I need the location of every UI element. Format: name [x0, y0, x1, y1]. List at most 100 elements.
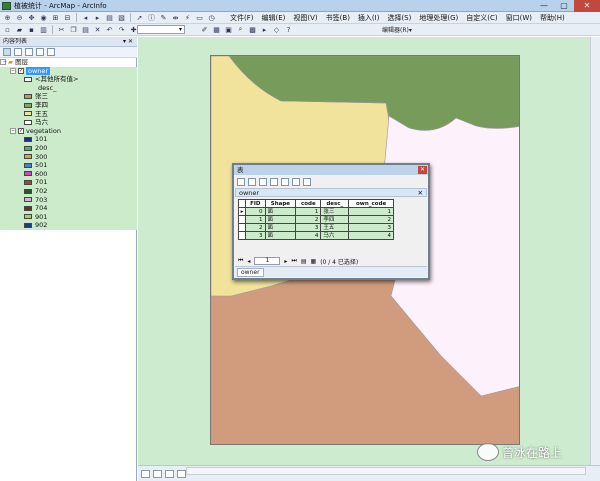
table-cell[interactable]: 3: [348, 223, 394, 232]
maximize-button[interactable]: ▢: [554, 0, 574, 12]
table-row[interactable]: 3 面 4 马六 4: [238, 231, 394, 240]
row-selector[interactable]: ▸: [238, 207, 246, 216]
last-record-icon[interactable]: ⏭: [291, 257, 296, 265]
copy-icon[interactable]: ❐: [69, 25, 78, 34]
close-tab-icon[interactable]: ✕: [418, 189, 423, 197]
list-by-selection-icon[interactable]: [36, 48, 44, 56]
show-selected-records-icon[interactable]: ▦: [311, 258, 317, 265]
select-by-attributes-icon[interactable]: [259, 177, 267, 186]
fixed-zoom-out-icon[interactable]: ⊟: [63, 13, 72, 22]
close-window-button[interactable]: ✕: [574, 0, 600, 12]
row-selector[interactable]: [238, 223, 246, 232]
toc-legend-item[interactable]: 200: [0, 144, 137, 153]
column-header[interactable]: code: [295, 199, 322, 208]
table-cell[interactable]: 1: [295, 207, 322, 216]
pause-drawing-icon[interactable]: [177, 469, 186, 478]
row-selector[interactable]: [238, 215, 246, 224]
modelbuilder-icon[interactable]: ◇: [272, 25, 281, 34]
map-scale-input[interactable]: ▾: [137, 25, 185, 34]
refresh-icon[interactable]: [165, 469, 174, 478]
table-options-icon[interactable]: [237, 177, 245, 186]
table-cell[interactable]: 面: [264, 223, 297, 232]
forward-icon[interactable]: ▸: [93, 13, 102, 22]
column-header[interactable]: desc_: [320, 199, 350, 208]
toc-legend-item[interactable]: 张三: [0, 92, 137, 101]
toc-legend-item[interactable]: desc_: [0, 83, 137, 93]
editor-menu[interactable]: 编辑器(R)▾: [382, 25, 412, 37]
time-slider-icon[interactable]: ◷: [207, 13, 216, 22]
switch-selection-icon[interactable]: [270, 177, 278, 186]
toc-icon[interactable]: ▦: [212, 25, 221, 34]
minimize-button[interactable]: —: [534, 0, 554, 12]
table-cell[interactable]: 3: [295, 223, 322, 232]
table-cell[interactable]: 王五: [320, 223, 350, 232]
identify-icon[interactable]: ⓘ: [147, 13, 156, 22]
toc-legend-item[interactable]: <其他所有值>: [0, 75, 137, 84]
toc-legend-item[interactable]: 902: [0, 221, 137, 230]
column-header[interactable]: own_code: [348, 199, 394, 208]
previous-record-icon[interactable]: ◂: [247, 258, 250, 265]
clear-selection-icon[interactable]: [281, 177, 289, 186]
find-icon[interactable]: ✎: [159, 13, 168, 22]
python-icon[interactable]: ▸: [260, 25, 269, 34]
layout-view-icon[interactable]: [141, 469, 150, 478]
zoom-out-icon[interactable]: ⊖: [15, 13, 24, 22]
table-close-button[interactable]: ✕: [418, 166, 427, 174]
table-row[interactable]: 1 面 2 李四 2: [238, 215, 394, 224]
toc-legend-item[interactable]: 600: [0, 169, 137, 179]
table-cell[interactable]: 面: [264, 215, 297, 224]
attribute-table-window[interactable]: 表 ✕ owner ✕ FID Shape code desc_ own_code ▸ 0…: [232, 163, 430, 280]
table-cell[interactable]: 马六: [320, 231, 350, 240]
zoom-in-icon[interactable]: ⊕: [3, 13, 12, 22]
menu-item[interactable]: 自定义(C): [464, 12, 499, 24]
toc-legend-item[interactable]: 王五: [0, 109, 137, 119]
back-icon[interactable]: ◂: [81, 13, 90, 22]
layer-visibility-checkbox[interactable]: ✓: [18, 127, 24, 134]
menu-item[interactable]: 编辑(E): [260, 12, 288, 24]
toc-pin-close[interactable]: ▾ ✕: [123, 37, 133, 47]
menu-item[interactable]: 选择(S): [385, 12, 413, 24]
measure-icon[interactable]: ⇹: [171, 13, 180, 22]
arctoolbox-icon[interactable]: ▩: [248, 25, 257, 34]
select-features-icon[interactable]: ▤: [105, 13, 114, 22]
row-selector[interactable]: [238, 231, 246, 240]
data-view-icon[interactable]: [153, 469, 162, 478]
redo-icon[interactable]: ↷: [117, 25, 126, 34]
catalog-icon[interactable]: ▣: [224, 25, 233, 34]
print-icon[interactable]: ▥: [39, 25, 48, 34]
table-cell[interactable]: 2: [348, 215, 394, 224]
menu-item[interactable]: 插入(I): [356, 12, 382, 24]
toc-legend-item[interactable]: 703: [0, 195, 137, 205]
toc-layer-owner[interactable]: − ✓ owner: [0, 66, 137, 76]
full-extent-icon[interactable]: ◉: [39, 13, 48, 22]
record-number-input[interactable]: 1: [254, 257, 281, 265]
menu-item[interactable]: 书签(B): [324, 12, 352, 24]
list-by-source-icon[interactable]: [14, 48, 22, 56]
search-icon[interactable]: ⌕: [236, 25, 245, 34]
table-row[interactable]: ▸ 0 面 1 张三 1: [238, 207, 394, 216]
map-horizontal-scrollbar[interactable]: [186, 467, 586, 475]
table-cell[interactable]: 4: [295, 231, 322, 240]
clear-selection-icon[interactable]: ▧: [117, 13, 126, 22]
options-icon[interactable]: [47, 48, 55, 56]
new-icon[interactable]: ▫: [3, 25, 12, 34]
table-cell[interactable]: 2: [295, 215, 322, 224]
first-record-icon[interactable]: ⏮: [238, 257, 243, 265]
layer-name[interactable]: owner: [26, 66, 51, 75]
next-record-icon[interactable]: ▸: [284, 258, 287, 265]
delete-icon[interactable]: ✕: [93, 25, 102, 34]
collapse-icon[interactable]: −: [10, 127, 16, 134]
table-footer-tab[interactable]: owner: [237, 268, 264, 277]
toc-legend-item[interactable]: 701: [0, 178, 137, 187]
show-all-records-icon[interactable]: ▤: [301, 258, 307, 265]
table-cell[interactable]: 2: [245, 223, 266, 232]
zoom-to-selected-icon[interactable]: [292, 177, 300, 186]
table-cell[interactable]: 面: [264, 231, 297, 240]
toc-legend-item[interactable]: 704: [0, 204, 137, 213]
open-icon[interactable]: ▰: [15, 25, 24, 34]
toc-legend-item[interactable]: 501: [0, 161, 137, 170]
toc-legend-item[interactable]: 702: [0, 187, 137, 196]
table-cell[interactable]: 1: [245, 215, 266, 224]
attribute-grid[interactable]: FID Shape code desc_ own_code ▸ 0 面 1 张三 1 1 面 2 李四 2 2…: [238, 199, 394, 240]
column-header[interactable]: FID: [245, 199, 266, 208]
